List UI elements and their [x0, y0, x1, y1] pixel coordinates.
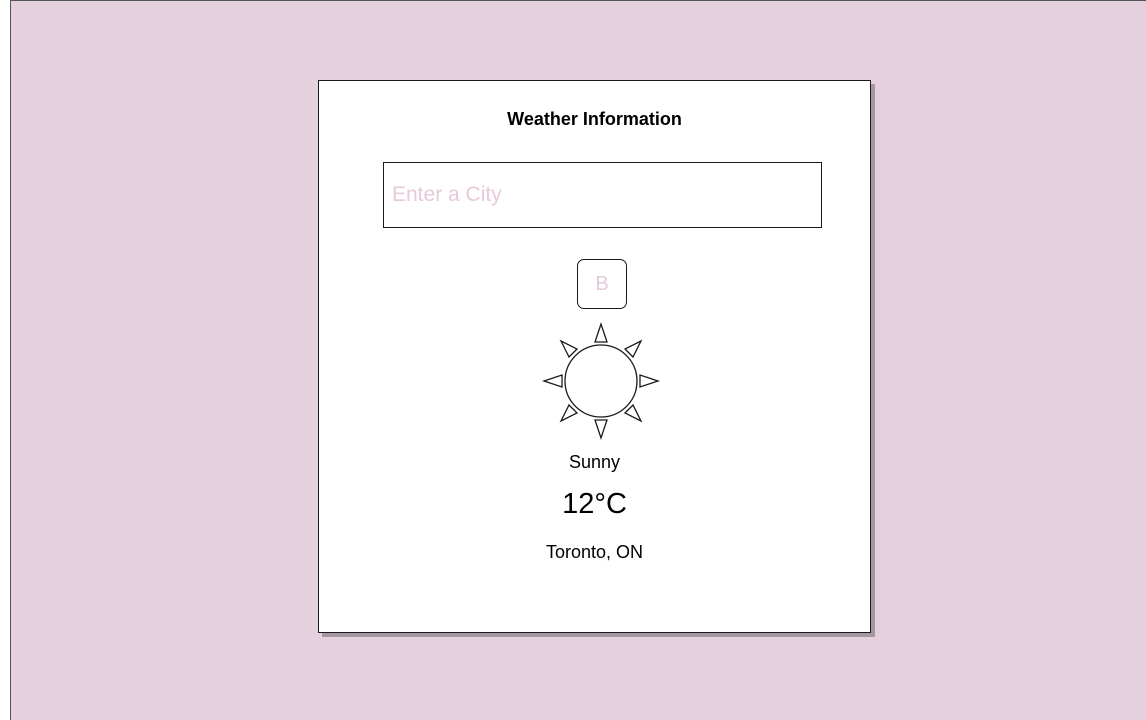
page-title: Weather Information — [507, 109, 682, 129]
city-search-input[interactable] — [383, 162, 822, 228]
location-label: Toronto, ON — [545, 542, 644, 562]
temperature: 12°C — [562, 488, 627, 520]
page-background: Weather Information B — [10, 0, 1146, 720]
weather-condition: Sunny — [568, 452, 621, 472]
weather-card: Weather Information B — [318, 80, 871, 633]
sun-icon — [541, 321, 661, 441]
search-button[interactable]: B — [577, 259, 627, 309]
